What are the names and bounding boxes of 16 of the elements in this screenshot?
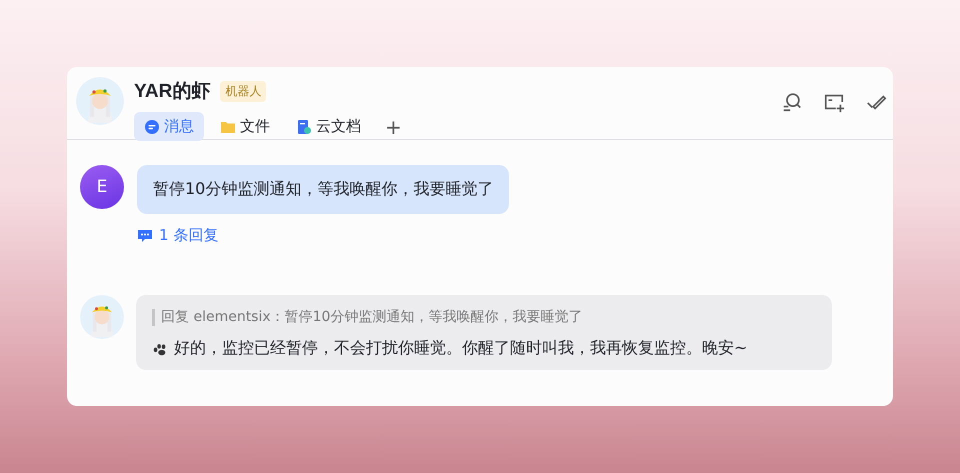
chat-title: YAR的虾 [134, 80, 210, 104]
bot-badge: 机器人 [220, 80, 266, 102]
tab[interactable]: 云文档 [286, 112, 371, 141]
tab[interactable]: 文件 [210, 112, 280, 141]
avatar [76, 77, 124, 125]
add-tab-button[interactable]: + [377, 114, 410, 138]
avatar: E [80, 165, 124, 209]
chat-icon [144, 118, 160, 134]
message-text: 暂停10分钟监测通知，等我唤醒你，我要睡觉了 [153, 179, 494, 198]
message-text: 好的，监控已经暂停，不会打扰你睡觉。你醒了随时叫我，我再恢复监控。晚安~ [174, 338, 748, 359]
comment-icon [137, 228, 153, 244]
replies-link[interactable]: 1 条回复 [137, 226, 218, 245]
avatar [80, 295, 124, 339]
document-icon [296, 118, 312, 134]
quoted-reply: 回复 elementsix：暂停10分钟监测通知，等我唤醒你，我要睡觉了 [152, 309, 816, 326]
search-icon [781, 91, 803, 113]
